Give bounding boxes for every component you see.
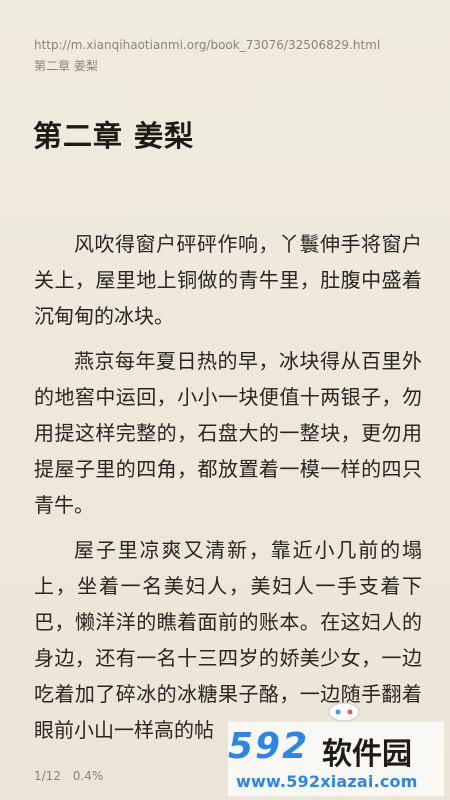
reader-page[interactable]: http://m.xianqihaotianmi.org/book_73076/… xyxy=(0,0,450,800)
paragraph-1: 风吹得窗户砰砰作响，丫鬟伸手将窗户关上，屋里地上铜做的青牛里，肚腹中盛着沉甸甸的… xyxy=(34,232,422,328)
watermark-brand: 592 软件园 xyxy=(228,726,444,772)
chapter-breadcrumb: 第二章 姜梨 xyxy=(34,59,98,73)
gamepad-icon xyxy=(328,702,360,722)
chapter-content: 风吹得窗户砰砰作响，丫鬟伸手将窗户关上，屋里地上铜做的青牛里，肚腹中盛着沉甸甸的… xyxy=(34,226,422,757)
chapter-title: 第二章 姜梨 xyxy=(33,119,195,153)
watermark-number: 592 xyxy=(228,726,310,767)
progress-percent: 0.4% xyxy=(72,769,104,783)
paragraph-2: 燕京每年夏日热的早，冰块得从百里外的地窖中运回，小小一块便值十两银子，勿用提这样… xyxy=(34,349,422,517)
watermark-brand-text: 软件园 xyxy=(322,737,412,772)
reading-progress: 1/12 0.4% xyxy=(34,769,111,783)
page-url: http://m.xianqihaotianmi.org/book_73076/… xyxy=(34,38,381,52)
watermark-site: www.592xiazai.com xyxy=(236,772,418,791)
page-indicator: 1/12 xyxy=(34,769,61,783)
paragraph-3: 屋子里凉爽又清新，靠近小几前的塌上，坐着一名美妇人，美妇人一手支着下巴，懒洋洋的… xyxy=(34,538,422,742)
